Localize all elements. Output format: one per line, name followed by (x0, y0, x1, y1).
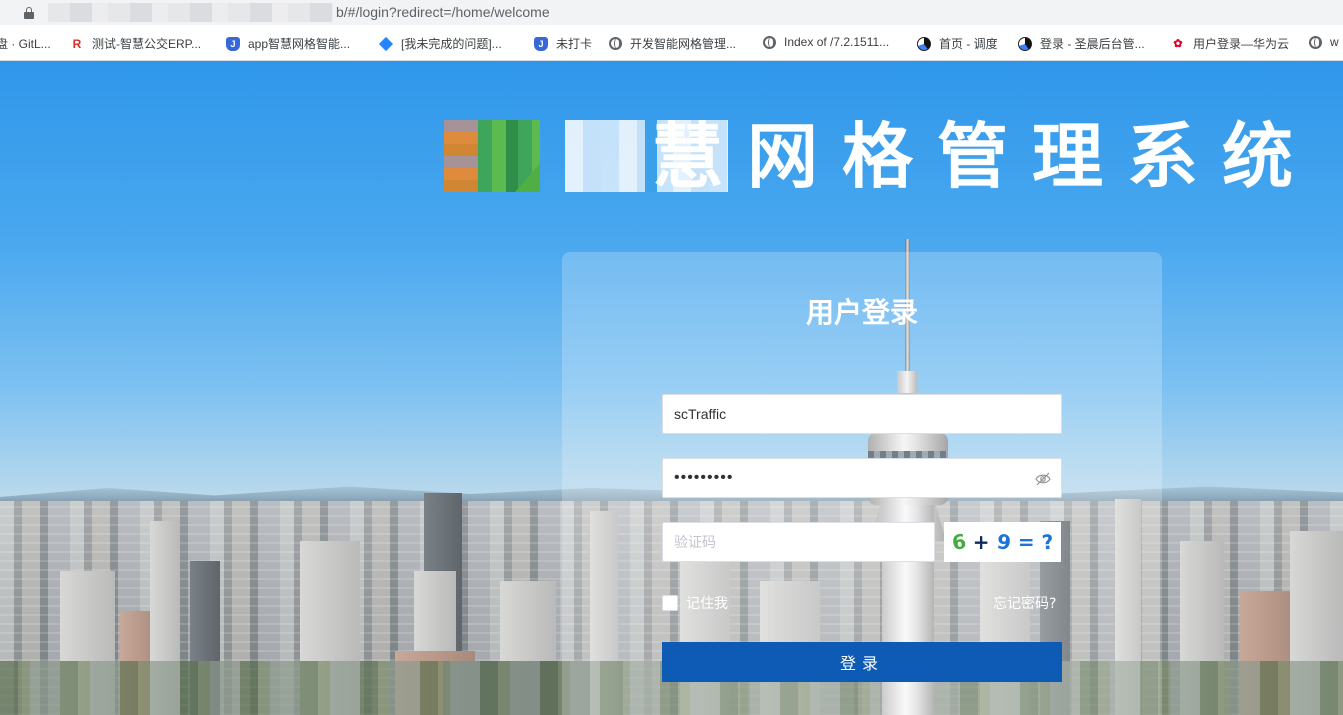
browser-address-bar[interactable]: b/#/login?redirect=/home/welcome (0, 0, 1343, 25)
login-button[interactable]: 登录 (662, 642, 1062, 682)
forgot-password-link[interactable]: 忘记密码? (993, 593, 1056, 613)
r-logo-icon: R (72, 36, 82, 51)
tapd-icon (917, 36, 931, 51)
bookmark-label: 未打卡 (556, 37, 593, 51)
bookmark-item[interactable]: [我未完成的问题]... (378, 35, 502, 52)
jira-diamond-icon (378, 36, 394, 51)
bookmark-item[interactable]: J app智慧网格智能... (226, 35, 350, 52)
bookmark-label: 盘 · GitL... (0, 37, 51, 51)
lock-icon (24, 6, 34, 19)
bookmark-label: 用户登录—华为云 (1193, 37, 1290, 51)
bookmark-label: [我未完成的问题]... (401, 37, 502, 51)
bookmark-label: app智慧网格智能... (248, 37, 351, 51)
url-redacted (48, 3, 333, 22)
app-logo (444, 120, 540, 192)
app-title: 慧网格管理系统 (652, 115, 1318, 198)
url-text[interactable]: b/#/login?redirect=/home/welcome (336, 3, 550, 21)
remember-checkbox[interactable] (662, 595, 678, 611)
username-input[interactable] (663, 395, 1061, 433)
bookmark-item[interactable]: 登录 - 圣晨后台管... (1018, 35, 1145, 52)
jira-icon: J (534, 36, 548, 51)
captcha-input[interactable] (663, 523, 934, 561)
bookmark-label: 测试-智慧公交ERP... (92, 37, 202, 51)
captcha-char: 6 (949, 528, 968, 556)
bookmark-item[interactable]: Index of /7.2.1511... (763, 35, 889, 49)
jira-icon: J (226, 36, 240, 51)
captcha-char: ? (1040, 529, 1055, 555)
captcha-field[interactable] (662, 522, 935, 562)
password-field[interactable] (662, 458, 1062, 498)
bookmark-item[interactable]: 盘 · GitL... (0, 35, 51, 52)
bookmark-label: w (1330, 35, 1339, 49)
remember-me[interactable]: 记住我 (662, 593, 728, 613)
globe-icon (609, 37, 622, 50)
remember-label: 记住我 (686, 596, 728, 612)
username-field[interactable] (662, 394, 1062, 434)
globe-icon (1309, 35, 1322, 49)
captcha-char: = (1017, 530, 1035, 554)
bookmark-item[interactable]: ✿ 用户登录—华为云 (1171, 35, 1289, 52)
bookmark-label: 登录 - 圣晨后台管... (1040, 37, 1145, 51)
captcha-char: + (972, 530, 990, 554)
tapd-icon (1018, 36, 1032, 51)
bookmark-label: 首页 - 调度 (939, 37, 998, 51)
bookmark-label: Index of /7.2.1511... (784, 35, 890, 49)
background-cityscape: 慧网格管理系统 用户登录 6 + 9 = ? 记住我 忘记密码? 登录 (0, 61, 1343, 715)
login-title: 用户登录 (805, 296, 918, 329)
bookmark-label: 开发智能网格管理... (630, 37, 737, 51)
eye-slash-icon[interactable] (1035, 471, 1051, 487)
captcha-char: 9 (995, 529, 1013, 555)
bookmark-item[interactable]: 开发智能网格管理... (609, 35, 736, 52)
password-input[interactable] (663, 459, 1061, 497)
bookmark-item[interactable]: J 未打卡 (534, 35, 592, 52)
bookmark-item[interactable]: 首页 - 调度 (917, 35, 998, 52)
captcha-image[interactable]: 6 + 9 = ? (944, 522, 1061, 562)
bookmark-item[interactable]: R 测试-智慧公交ERP... (70, 35, 201, 52)
huawei-icon: ✿ (1173, 38, 1183, 50)
bookmark-item[interactable]: w (1309, 35, 1339, 49)
bookmarks-bar: 盘 · GitL... R 测试-智慧公交ERP... J app智慧网格智能.… (0, 25, 1343, 61)
globe-icon (763, 35, 776, 49)
